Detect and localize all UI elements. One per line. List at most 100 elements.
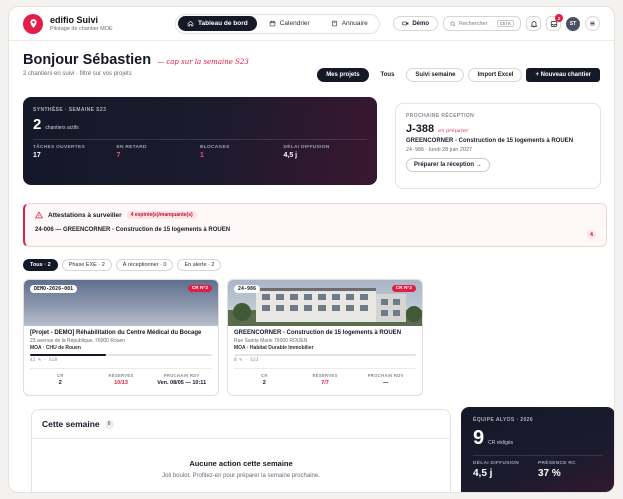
nav-dashboard[interactable]: Tableau de bord [178, 16, 257, 31]
search-input[interactable]: Rechercher Ctrl K [443, 16, 521, 31]
demo-label: Démo [412, 20, 429, 27]
week-count-badge: 0 [104, 419, 114, 429]
summary-label: SYNTHÈSE · SEMAINE S23 [33, 107, 107, 113]
footer-label: RÉSERVES [108, 373, 134, 378]
this-week-section: Cette semaine 0 Aucune action cette sema… [31, 409, 451, 492]
search-icon [450, 21, 456, 26]
weekly-summary-card: SYNTHÈSE · SEMAINE S23 2 chantiers actif… [23, 97, 377, 185]
attestation-count-badge: 4 [587, 230, 596, 239]
location-pin-logo-icon [23, 13, 43, 34]
project-address: 23 avenue de la République, 76000 Rouen [30, 338, 126, 344]
top-bar: edifio Suivi Pilotage de chantier MOE Ta… [9, 7, 614, 41]
stat-label: PRÉSENCE RC [538, 461, 576, 466]
greeting: Bonjour Sébastien — cap sur la semaine S… [23, 52, 249, 77]
reception-status: en préparer [438, 128, 469, 134]
app-shell: edifio Suivi Pilotage de chantier MOE Ta… [8, 6, 615, 493]
footer-value: 10/13 [114, 380, 128, 386]
footer-value: 2 [58, 380, 62, 386]
page: edifio Suivi Pilotage de chantier MOE Ta… [0, 0, 623, 499]
project-footer: CR 2 RÉSERVES 10/13 PROCHAIN RDV Ven. 08… [30, 368, 212, 386]
footer-value: Ven. 08/05 — 10:11 [157, 380, 207, 386]
reception-date: lundi 28 juin 2027 [428, 147, 473, 153]
progress-text: 0 % · S23 [234, 358, 259, 363]
stat-blockers: BLOCAGES 1 [200, 145, 284, 159]
footer-next-meeting: PROCHAIN RDV Ven. 08/05 — 10:11 [151, 373, 212, 386]
user-avatar[interactable]: ST [566, 16, 580, 31]
nav-directory[interactable]: Annuaire [322, 16, 377, 31]
menu-button[interactable] [585, 16, 600, 31]
bell-icon [529, 20, 538, 27]
brand-subtitle: Pilotage de chantier MOE [50, 25, 113, 32]
tab-alert[interactable]: En alerte · 2 [177, 259, 222, 271]
notifications-button[interactable] [526, 16, 541, 31]
tab-all[interactable]: Tous · 2 [23, 259, 58, 271]
reception-countdown: J-388 [406, 123, 435, 135]
team-stats-card: ÉQUIPE ALYOS · 2026 9 CR rédigés DÉLAI D… [461, 407, 614, 492]
summary-divider [33, 139, 367, 140]
demo-button[interactable]: Démo [393, 16, 438, 31]
attestation-item[interactable]: 24-006 — GREENCORNER - Construction de 1… [35, 227, 596, 233]
team-divider [473, 455, 603, 456]
project-code: 24-986 [234, 285, 261, 293]
stat-label: DÉLAI DIFFUSION [283, 145, 330, 150]
reports-label: CR rédigés [488, 440, 514, 446]
warning-icon [35, 211, 43, 219]
stat-value: 17 [33, 152, 41, 159]
nav-calendar-label: Calendrier [279, 20, 310, 27]
prepare-reception-button[interactable]: Préparer la réception → [406, 158, 490, 172]
all-projects-button[interactable]: Tous [373, 68, 403, 82]
footer-label: CR [57, 373, 64, 378]
reception-project: GREENCORNER - Construction de 15 logemen… [406, 138, 574, 144]
my-projects-button[interactable]: Mes projets [317, 68, 369, 82]
footer-value: 7/7 [321, 380, 329, 386]
project-card[interactable]: 24-986 CR N°2 GREENCORNER - Construction… [227, 279, 423, 396]
team-stat-presence: PRÉSENCE RC 37 % [538, 461, 603, 479]
book-icon [331, 20, 337, 27]
project-filters: Mes projets Tous Suivi semaine Import Ex… [317, 68, 600, 82]
footer-reserves: RÉSERVES 7/7 [295, 373, 356, 386]
weekly-follow-button[interactable]: Suivi semaine [406, 68, 465, 82]
nav-dashboard-label: Tableau de bord [198, 20, 248, 27]
hamburger-menu-icon [590, 21, 595, 26]
project-image: DEMO-2026-001 CR N°2 [24, 280, 218, 326]
search-placeholder: Rechercher [459, 20, 488, 27]
brand[interactable]: edifio Suivi Pilotage de chantier MOE [23, 13, 163, 34]
project-code: DEMO-2026-001 [30, 285, 78, 293]
new-site-button[interactable]: + Nouveau chantier [526, 68, 600, 82]
reports-count: 9 [473, 427, 485, 449]
tab-phase-exe[interactable]: Phase EXE · 2 [61, 259, 112, 271]
team-stat-diffusion: DÉLAI DIFFUSION 4,5 j [473, 461, 538, 479]
progress-bar [30, 354, 212, 356]
attestations-title: Attestations à surveiller [48, 211, 122, 219]
footer-value: — [382, 380, 389, 386]
project-moa: MOA · Habitat Durable Immobilier [234, 345, 314, 351]
tab-to-receive[interactable]: À réceptionner · 0 [115, 259, 174, 271]
greeting-title: Bonjour Sébastien [23, 52, 152, 68]
alerts-button[interactable]: 2 [546, 14, 563, 31]
project-image: 24-986 CR N°2 [228, 280, 422, 326]
active-sites-label: chantiers actifs [45, 125, 79, 131]
project-name: [Projet - DEMO] Réhabilitation du Centre… [30, 330, 202, 336]
stat-label: BLOCAGES [200, 145, 230, 150]
cr-badge: CR N°2 [187, 285, 212, 292]
stat-label: DÉLAI DIFFUSION [473, 461, 520, 466]
week-cap: — cap sur la semaine S23 [157, 58, 249, 66]
footer-value: 2 [262, 380, 266, 386]
nav-calendar[interactable]: Calendrier [260, 16, 319, 31]
footer-cr: CR 2 [30, 373, 91, 386]
calendar-icon [269, 20, 275, 27]
stat-value: 4,5 j [283, 152, 298, 159]
import-excel-button[interactable]: Import Excel [468, 68, 523, 82]
active-sites-count: 2 [33, 116, 42, 133]
project-card[interactable]: DEMO-2026-001 CR N°2 [Projet - DEMO] Réh… [23, 279, 219, 396]
footer-reserves: RÉSERVES 10/13 [91, 373, 152, 386]
meta-separator: · [425, 147, 428, 153]
next-reception-card: PROCHAINE RÉCEPTION J-388 en préparer GR… [395, 103, 601, 189]
progress-text: 42 % · S18 [30, 358, 58, 363]
search-shortcut: Ctrl K [496, 20, 514, 27]
project-footer: CR 2 RÉSERVES 7/7 PROCHAIN RDV — [234, 368, 416, 386]
nav-directory-label: Annuaire [341, 20, 368, 27]
brand-name: edifio Suivi [50, 14, 99, 25]
footer-next-meeting: PROCHAIN RDV — [355, 373, 416, 386]
project-tabs: Tous · 2 Phase EXE · 2 À réceptionner · … [23, 259, 222, 271]
